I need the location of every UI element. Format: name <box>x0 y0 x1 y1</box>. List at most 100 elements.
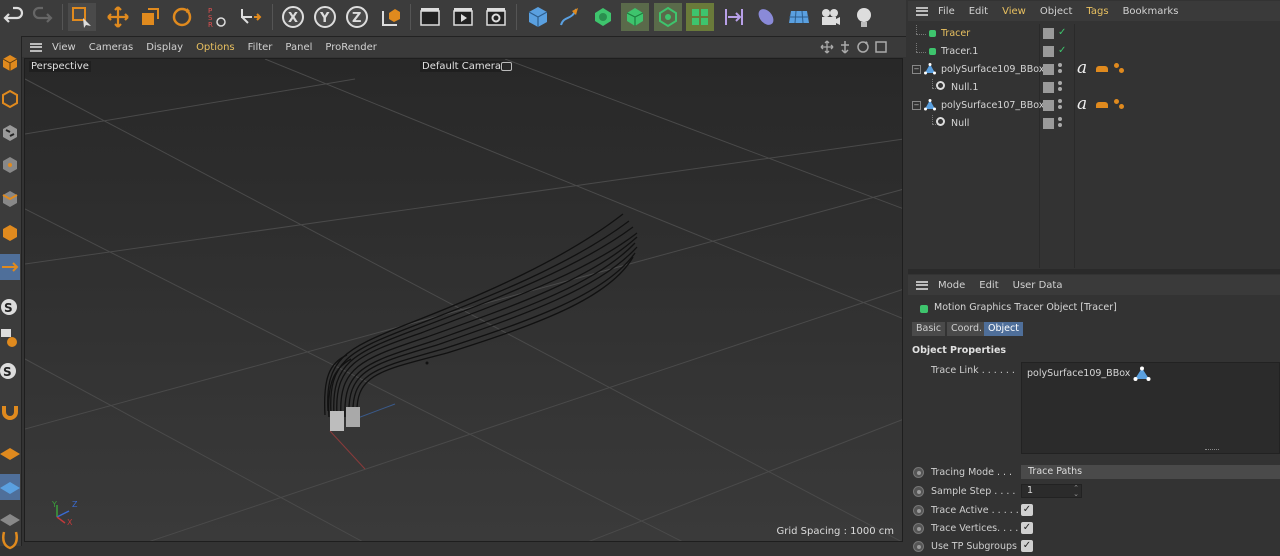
render-settings-icon[interactable] <box>482 3 510 31</box>
trace-active-checkbox[interactable]: ✓ <box>1021 504 1033 516</box>
light-icon[interactable] <box>850 3 878 31</box>
sky-environment-icon[interactable] <box>752 3 780 31</box>
am-menu-user-data[interactable]: User Data <box>1013 280 1063 291</box>
cloner-icon[interactable] <box>621 3 649 31</box>
om-menu-view[interactable]: View <box>1002 6 1026 17</box>
render-view-icon[interactable] <box>416 3 444 31</box>
camera-label-icon[interactable] <box>501 62 512 71</box>
object-row-polysurface107[interactable]: − polySurface107_BBox a <box>908 94 1280 115</box>
use-tp-subgroups-checkbox[interactable]: ✓ <box>1021 540 1033 552</box>
viewport-menu-view[interactable]: View <box>52 42 76 53</box>
model-mode-icon[interactable] <box>0 86 20 112</box>
zoom-view-icon[interactable] <box>838 40 852 54</box>
camera-icon[interactable] <box>816 3 844 31</box>
phong-tag-icon[interactable]: a <box>1077 58 1087 78</box>
x-axis-lock-icon[interactable]: X <box>279 3 307 31</box>
object-row-polysurface109[interactable]: − polySurface109_BBox a <box>908 58 1280 79</box>
phong-tag-icon[interactable]: a <box>1077 94 1087 114</box>
scale-icon[interactable] <box>136 3 164 31</box>
magnet-icon[interactable] <box>0 398 20 424</box>
object-row-tracer-1[interactable]: Tracer.1 ✓ <box>908 43 1280 61</box>
soft-selection-icon[interactable] <box>0 526 20 552</box>
coordinate-system-icon[interactable] <box>236 3 264 31</box>
rotate-view-icon[interactable] <box>856 40 870 54</box>
snap-icon[interactable]: S <box>0 294 20 320</box>
animate-radio-icon[interactable] <box>913 523 924 534</box>
vertex-map-tag-icon[interactable] <box>1114 63 1119 68</box>
world-coordinates-icon[interactable] <box>377 3 405 31</box>
tracing-mode-dropdown[interactable]: Trace Paths <box>1021 465 1280 479</box>
visibility-dots-icon[interactable] <box>1058 81 1062 85</box>
tab-coord[interactable]: Coord. <box>947 322 987 336</box>
viewport-menu-options[interactable]: Options <box>196 42 235 53</box>
visibility-dots-icon[interactable] <box>1058 99 1062 103</box>
collapse-toggle-icon[interactable]: − <box>912 65 921 74</box>
points-mode-icon[interactable] <box>0 152 20 178</box>
polygons-mode-icon[interactable] <box>0 220 20 246</box>
viewport-menu-panel[interactable]: Panel <box>285 42 312 53</box>
object-manager-hamburger-icon[interactable] <box>916 6 928 16</box>
om-menu-tags[interactable]: Tags <box>1086 6 1108 17</box>
pen-spline-icon[interactable] <box>556 3 584 31</box>
tab-object[interactable]: Object <box>984 322 1023 336</box>
move-view-icon[interactable] <box>820 40 834 54</box>
editor-visibility-icon[interactable] <box>1043 118 1054 129</box>
vertex-map-tag-icon[interactable] <box>1114 99 1119 104</box>
texture-mode-icon[interactable] <box>0 120 20 146</box>
viewport-menu-prorender[interactable]: ProRender <box>325 42 376 53</box>
viewport-menu-filter[interactable]: Filter <box>248 42 273 53</box>
visibility-dots-icon[interactable] <box>1058 63 1062 67</box>
enabled-check-icon[interactable]: ✓ <box>1058 27 1066 38</box>
animate-radio-icon[interactable] <box>913 505 924 516</box>
enabled-check-icon[interactable]: ✓ <box>1058 45 1066 56</box>
y-axis-lock-icon[interactable]: Y <box>311 3 339 31</box>
move-icon[interactable] <box>104 3 132 31</box>
om-menu-bookmarks[interactable]: Bookmarks <box>1123 6 1179 17</box>
animate-radio-icon[interactable] <box>913 486 924 497</box>
perspective-viewport[interactable]: Perspective Default Camera Y Z X Grid Sp… <box>24 58 903 542</box>
psr-icon[interactable]: PSR <box>202 3 230 31</box>
edges-mode-icon[interactable] <box>0 186 20 212</box>
bend-deformer-icon[interactable] <box>720 3 748 31</box>
om-menu-object[interactable]: Object <box>1040 6 1073 17</box>
selection-tag-icon[interactable] <box>1096 66 1108 72</box>
workplane-icon[interactable] <box>0 440 20 466</box>
viewport-menu-hamburger-icon[interactable] <box>30 42 42 52</box>
axis-mode-icon[interactable] <box>0 254 20 280</box>
undo-icon[interactable] <box>0 3 28 31</box>
floor-icon[interactable] <box>785 3 813 31</box>
am-menu-edit[interactable]: Edit <box>979 280 998 291</box>
collapse-toggle-icon[interactable]: − <box>912 101 921 110</box>
tab-basic[interactable]: Basic <box>912 322 946 336</box>
mograph-matrix-icon[interactable] <box>686 3 714 31</box>
editor-visibility-icon[interactable] <box>1043 100 1054 111</box>
redo-icon[interactable] <box>28 3 56 31</box>
am-menu-mode[interactable]: Mode <box>938 280 965 291</box>
object-row-tracer[interactable]: Tracer ✓ <box>908 25 1280 43</box>
animate-radio-icon[interactable] <box>913 467 924 478</box>
editor-visibility-icon[interactable] <box>1043 64 1054 75</box>
trace-vertices-checkbox[interactable]: ✓ <box>1021 522 1033 534</box>
animate-radio-icon[interactable] <box>913 541 924 552</box>
om-menu-file[interactable]: File <box>938 6 955 17</box>
projection-label[interactable]: Perspective <box>29 61 91 72</box>
z-axis-lock-icon[interactable]: Z <box>343 3 371 31</box>
stepper-arrows-icon[interactable]: ⌃ ⌄ <box>1073 485 1079 498</box>
selection-tag-icon[interactable] <box>1096 102 1108 108</box>
trace-link-field[interactable]: polySurface109_BBox <box>1021 362 1280 454</box>
editor-visibility-icon[interactable] <box>1043 82 1054 93</box>
cube-primitive-icon[interactable] <box>524 3 552 31</box>
object-row-null-1[interactable]: Null.1 <box>908 79 1280 97</box>
live-selection-icon[interactable] <box>68 3 96 31</box>
viewport-menu-display[interactable]: Display <box>146 42 183 53</box>
editor-visibility-icon[interactable] <box>1043 28 1054 39</box>
visibility-dots-icon[interactable] <box>1058 117 1062 121</box>
maximize-view-icon[interactable] <box>874 40 888 54</box>
make-editable-icon[interactable] <box>0 50 20 76</box>
object-row-null[interactable]: Null <box>908 115 1280 133</box>
om-menu-edit[interactable]: Edit <box>969 6 988 17</box>
render-picture-viewer-icon[interactable] <box>449 3 477 31</box>
snap-settings-icon[interactable] <box>0 324 20 350</box>
viewport-menu-cameras[interactable]: Cameras <box>89 42 133 53</box>
rotate-icon[interactable] <box>168 3 196 31</box>
